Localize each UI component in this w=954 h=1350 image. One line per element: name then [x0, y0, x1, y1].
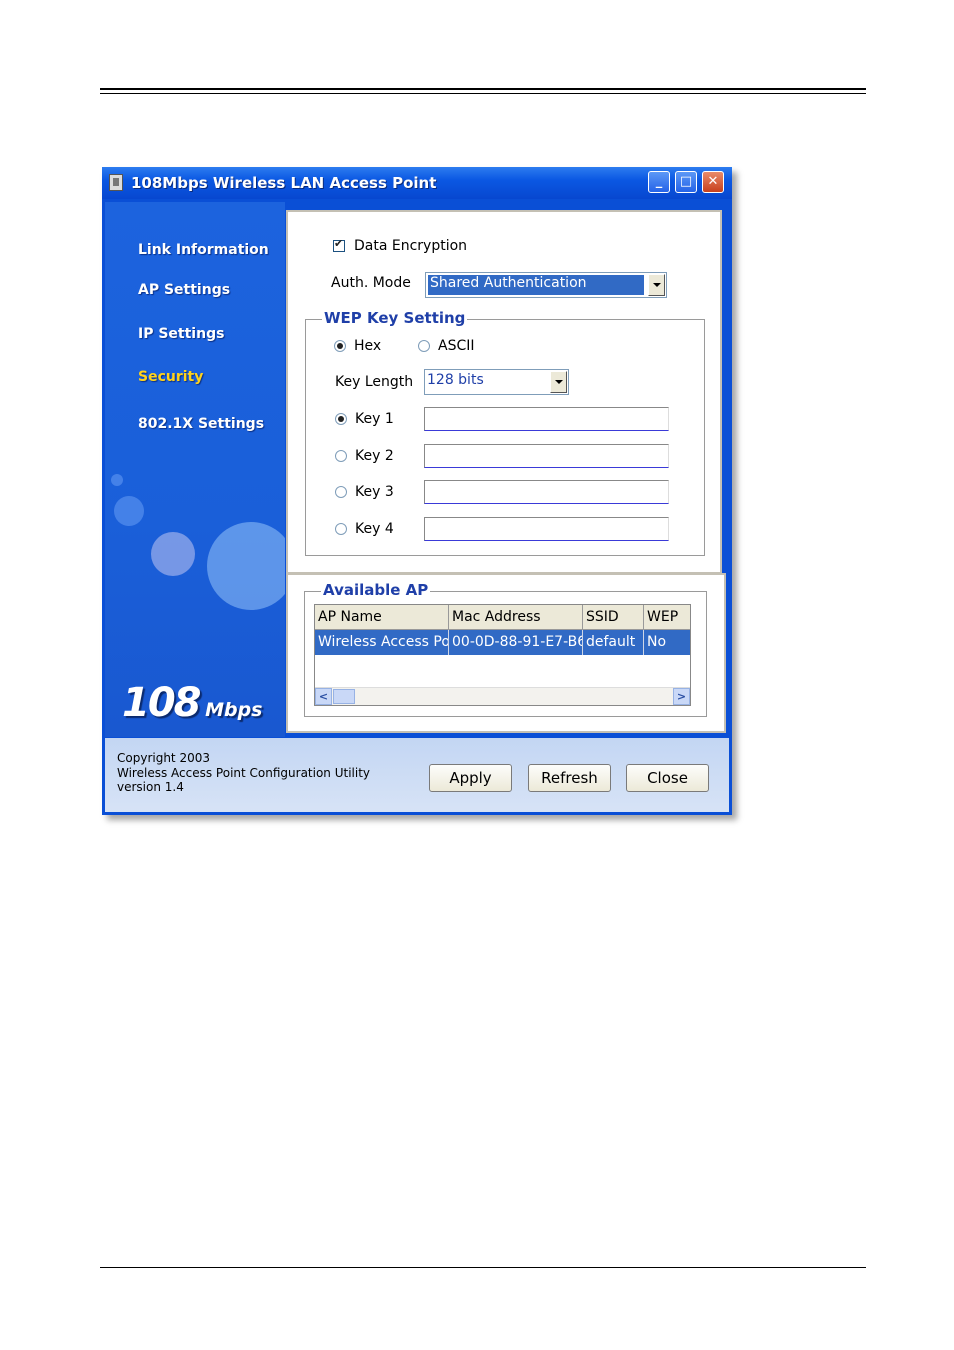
- window-title: 108Mbps Wireless LAN Access Point: [131, 174, 437, 192]
- chevron-down-icon[interactable]: [648, 274, 665, 296]
- sidebar-item-ap-settings[interactable]: AP Settings: [138, 282, 230, 298]
- data-encryption-label: Data Encryption: [354, 238, 468, 254]
- minimize-icon[interactable]: _: [648, 171, 670, 193]
- auth-mode-value: Shared Authentication: [428, 275, 644, 295]
- decor-bubble: [207, 522, 285, 610]
- footer-rule: [100, 1267, 866, 1268]
- refresh-button[interactable]: Refresh: [528, 764, 611, 792]
- key-4-input[interactable]: [424, 517, 669, 541]
- hex-radio[interactable]: [334, 340, 346, 352]
- key-length-value: 128 bits: [427, 372, 484, 388]
- wep-key-setting-legend: WEP Key Setting: [322, 309, 468, 327]
- key-1-radio[interactable]: [335, 413, 347, 425]
- table-cell-wep: No: [647, 634, 667, 650]
- column-header-wep[interactable]: WEP: [644, 605, 690, 630]
- apply-button[interactable]: Apply: [429, 764, 512, 792]
- auth-mode-select[interactable]: Shared Authentication: [425, 272, 667, 298]
- hex-label: Hex: [354, 338, 382, 354]
- chevron-down-icon[interactable]: [550, 371, 567, 393]
- title-bar[interactable]: 108Mbps Wireless LAN Access Point _ □ ✕: [102, 167, 732, 199]
- footer: Copyright 2003 Wireless Access Point Con…: [105, 738, 729, 812]
- key-length-select[interactable]: 128 bits: [424, 369, 569, 395]
- decor-bubble: [114, 496, 144, 526]
- column-header-ap-name[interactable]: AP Name: [315, 605, 449, 630]
- key-2-label: Key 2: [355, 448, 394, 464]
- sidebar-item-security[interactable]: Security: [138, 369, 203, 385]
- column-header-mac-address[interactable]: Mac Address: [449, 605, 583, 630]
- logo-unit: Mbps: [205, 699, 263, 721]
- app-icon: [109, 174, 123, 191]
- table-cell-ap-name: Wireless Access Po: [315, 630, 449, 655]
- table-cell-mac-address: 00-0D-88-91-E7-B6: [449, 630, 583, 655]
- ascii-radio[interactable]: [418, 340, 430, 352]
- available-ap-table: AP Name Mac Address SSID WEP Wireless Ac…: [314, 604, 691, 706]
- logo: 108 Mbps: [122, 680, 263, 726]
- key-2-radio[interactable]: [335, 450, 347, 462]
- key-2-input[interactable]: [424, 444, 669, 468]
- scroll-right-icon[interactable]: >: [673, 688, 690, 705]
- key-3-radio[interactable]: [335, 486, 347, 498]
- logo-number: 108: [122, 680, 201, 726]
- sidebar-item-802-1x-settings[interactable]: 802.1X Settings: [138, 416, 264, 432]
- key-1-label: Key 1: [355, 411, 394, 427]
- maximize-icon[interactable]: □: [675, 171, 697, 193]
- available-ap-legend: Available AP: [321, 581, 431, 599]
- auth-mode-label: Auth. Mode: [331, 275, 411, 291]
- version-text: version 1.4: [117, 780, 184, 794]
- sidebar: Link Information AP Settings IP Settings…: [105, 202, 285, 737]
- scroll-left-icon[interactable]: <: [315, 688, 332, 705]
- key-length-label: Key Length: [335, 374, 414, 390]
- key-3-label: Key 3: [355, 484, 394, 500]
- scroll-thumb[interactable]: [333, 689, 355, 704]
- header-rule: [100, 88, 866, 90]
- sidebar-item-link-information[interactable]: Link Information: [138, 242, 269, 258]
- horizontal-scrollbar[interactable]: < >: [315, 687, 690, 705]
- key-4-label: Key 4: [355, 521, 394, 537]
- decor-bubble: [151, 532, 195, 576]
- key-1-input[interactable]: [424, 407, 669, 431]
- close-icon[interactable]: ✕: [702, 171, 724, 193]
- header-rule-thin: [100, 93, 866, 94]
- column-header-ssid[interactable]: SSID: [583, 605, 644, 630]
- table-cell-ssid: default: [583, 630, 644, 655]
- close-button[interactable]: Close: [626, 764, 709, 792]
- key-3-input[interactable]: [424, 480, 669, 504]
- sidebar-item-ip-settings[interactable]: IP Settings: [138, 326, 224, 342]
- decor-bubble: [111, 474, 123, 486]
- ascii-label: ASCII: [438, 338, 475, 354]
- copyright-text: Copyright 2003: [117, 751, 210, 765]
- product-name-text: Wireless Access Point Configuration Util…: [117, 766, 371, 780]
- data-encryption-checkbox[interactable]: [333, 237, 345, 252]
- key-4-radio[interactable]: [335, 523, 347, 535]
